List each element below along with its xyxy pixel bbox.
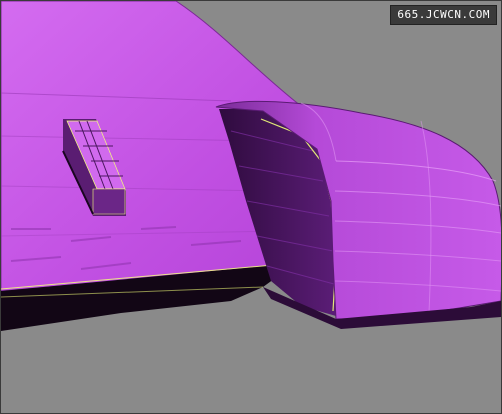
watermark-label: 665.JCWCN.COM xyxy=(390,5,497,25)
3d-viewport-frame: 665.JCWCN.COM xyxy=(0,0,502,414)
3d-viewport[interactable]: 665.JCWCN.COM xyxy=(1,1,502,414)
viewport-canvas[interactable] xyxy=(1,1,502,414)
